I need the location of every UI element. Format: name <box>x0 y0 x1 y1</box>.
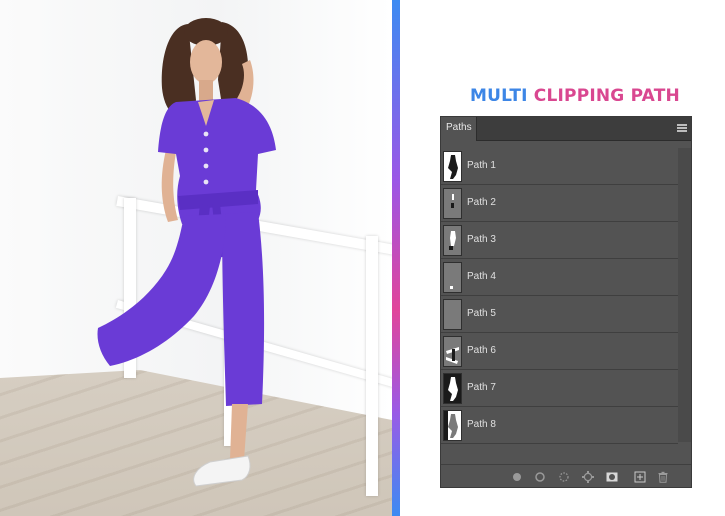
path-label: Path 4 <box>467 271 496 282</box>
paths-panel: Paths Path 1 Path 2 Path 3 Path 4 Path 5… <box>440 116 692 488</box>
path-thumbnail <box>443 410 462 441</box>
add-mask-icon[interactable] <box>606 470 618 482</box>
path-row[interactable]: Path 5 <box>441 296 678 333</box>
paths-list: Path 1 Path 2 Path 3 Path 4 Path 5 Path … <box>441 148 678 444</box>
path-label: Path 2 <box>467 197 496 208</box>
path-thumbnail <box>443 188 462 219</box>
heading-word-multi: MULTI <box>470 86 528 106</box>
delete-path-icon[interactable] <box>657 470 669 483</box>
tab-paths[interactable]: Paths <box>441 117 477 141</box>
path-row[interactable]: Path 8 <box>441 407 678 444</box>
path-row[interactable]: Path 3 <box>441 222 678 259</box>
path-row[interactable]: Path 6 <box>441 333 678 370</box>
product-photo <box>0 0 392 516</box>
path-thumbnail <box>443 336 462 367</box>
path-row[interactable]: Path 2 <box>441 185 678 222</box>
path-label: Path 3 <box>467 234 496 245</box>
path-row[interactable]: Path 7 <box>441 370 678 407</box>
accent-divider <box>392 0 400 516</box>
stroke-path-icon[interactable] <box>534 470 546 482</box>
page-heading: MULTI CLIPPING PATH <box>470 86 680 108</box>
path-row[interactable]: Path 1 <box>441 148 678 185</box>
panel-menu-icon[interactable] <box>677 124 687 132</box>
path-label: Path 1 <box>467 160 496 171</box>
make-work-path-icon[interactable] <box>582 470 594 483</box>
path-label: Path 8 <box>467 419 496 430</box>
path-thumbnail <box>443 299 462 330</box>
path-label: Path 6 <box>467 345 496 356</box>
path-label: Path 5 <box>467 308 496 319</box>
new-path-icon[interactable] <box>634 470 646 483</box>
path-thumbnail <box>443 262 462 293</box>
path-thumbnail <box>443 225 462 256</box>
model-figure <box>97 18 276 487</box>
panel-scrollbar[interactable] <box>678 148 691 442</box>
load-as-selection-icon[interactable] <box>558 470 570 482</box>
path-row[interactable]: Path 4 <box>441 259 678 296</box>
fill-path-icon[interactable] <box>511 470 523 482</box>
path-thumbnail <box>443 151 462 182</box>
path-label: Path 7 <box>467 382 496 393</box>
path-thumbnail <box>443 373 462 404</box>
heading-word-clipping-path: CLIPPING PATH <box>533 86 680 106</box>
panel-header: Paths <box>441 117 691 141</box>
panel-footer <box>441 464 691 487</box>
